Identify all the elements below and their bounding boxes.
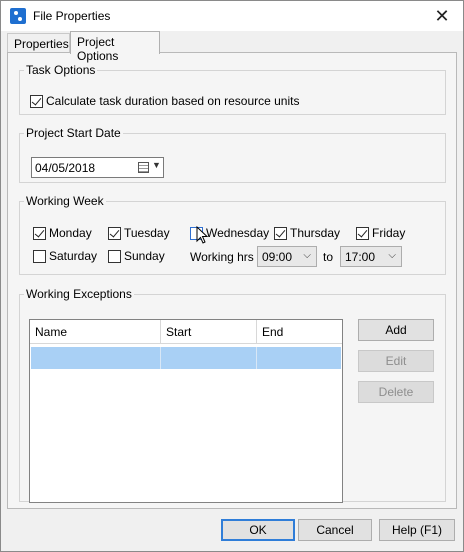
day-label: Monday bbox=[49, 226, 92, 240]
file-properties-dialog: File Properties ✕ Properties Project Opt… bbox=[0, 0, 464, 552]
add-button[interactable]: Add bbox=[358, 319, 434, 341]
checkbox-checked-icon bbox=[274, 226, 287, 240]
column-header-end[interactable]: End bbox=[257, 320, 342, 344]
working-hrs-label: Working hrs bbox=[190, 250, 254, 264]
table-cell[interactable] bbox=[161, 347, 257, 369]
end-time-select[interactable]: 17:00 ⌵ bbox=[340, 246, 402, 267]
start-date-value: 04/05/2018 bbox=[35, 161, 96, 175]
start-date-picker[interactable]: 04/05/2018 ▼ bbox=[31, 157, 164, 178]
project-start-date-legend: Project Start Date bbox=[26, 126, 121, 140]
column-header-start[interactable]: Start bbox=[161, 320, 257, 344]
mouse-pointer-icon bbox=[196, 226, 209, 244]
cancel-button[interactable]: Cancel bbox=[298, 519, 372, 541]
working-exceptions-legend: Working Exceptions bbox=[26, 287, 132, 301]
day-checkbox-saturday[interactable]: Saturday bbox=[33, 249, 97, 263]
day-label: Sunday bbox=[124, 249, 165, 263]
table-row[interactable] bbox=[31, 347, 341, 369]
working-exceptions-group: Working Exceptions Name Start End Add Ed… bbox=[19, 287, 446, 503]
task-options-group: Task Options Calculate task duration bas… bbox=[19, 63, 446, 115]
working-week-group: Working Week Monday Tuesday Wednesday Th… bbox=[19, 194, 446, 275]
checkbox-checked-icon bbox=[108, 226, 121, 240]
tab-project-options[interactable]: Project Options bbox=[70, 31, 160, 63]
close-icon[interactable]: ✕ bbox=[431, 5, 453, 27]
end-time-value: 17:00 bbox=[345, 250, 376, 264]
day-label: Thursday bbox=[290, 226, 341, 240]
day-label: Wednesday bbox=[206, 226, 270, 240]
tab-properties[interactable]: Properties bbox=[7, 33, 70, 53]
window-title: File Properties bbox=[33, 9, 111, 23]
day-checkbox-monday[interactable]: Monday bbox=[33, 226, 92, 240]
start-time-value: 09:00 bbox=[262, 250, 293, 264]
checkbox-checked-icon bbox=[33, 226, 46, 240]
day-checkbox-thursday[interactable]: Thursday bbox=[274, 226, 340, 240]
start-time-select[interactable]: 09:00 ⌵ bbox=[257, 246, 317, 267]
calc-duration-label: Calculate task duration based on resourc… bbox=[46, 94, 300, 108]
title-bar: File Properties ✕ bbox=[1, 1, 463, 31]
chevron-down-icon[interactable]: ▼ bbox=[152, 160, 161, 170]
exceptions-table[interactable]: Name Start End bbox=[29, 319, 343, 503]
delete-button[interactable]: Delete bbox=[358, 381, 434, 403]
checkbox-unchecked-icon bbox=[33, 249, 46, 263]
edit-button[interactable]: Edit bbox=[358, 350, 434, 372]
table-header: Name Start End bbox=[30, 320, 342, 344]
column-header-name[interactable]: Name bbox=[30, 320, 161, 344]
calc-duration-checkbox[interactable]: Calculate task duration based on resourc… bbox=[30, 94, 299, 108]
day-label: Tuesday bbox=[124, 226, 170, 240]
help-button[interactable]: Help (F1) bbox=[379, 519, 455, 541]
checkbox-unchecked-icon bbox=[108, 249, 121, 263]
chevron-down-icon: ⌵ bbox=[388, 250, 396, 261]
task-options-legend: Task Options bbox=[26, 63, 96, 77]
day-checkbox-sunday[interactable]: Sunday bbox=[108, 249, 165, 263]
ok-button[interactable]: OK bbox=[221, 519, 295, 541]
day-label: Saturday bbox=[49, 249, 98, 263]
project-start-date-group: Project Start Date 04/05/2018 ▼ bbox=[19, 126, 446, 183]
calendar-icon[interactable] bbox=[138, 162, 149, 173]
checkbox-checked-icon bbox=[30, 94, 43, 108]
table-cell[interactable] bbox=[257, 347, 341, 369]
day-label: Friday bbox=[372, 226, 406, 240]
working-week-legend: Working Week bbox=[26, 194, 104, 208]
app-icon bbox=[10, 8, 26, 24]
day-checkbox-friday[interactable]: Friday bbox=[356, 226, 405, 240]
to-label: to bbox=[323, 250, 334, 264]
chevron-down-icon: ⌵ bbox=[303, 250, 311, 261]
checkbox-checked-icon bbox=[356, 226, 369, 240]
project-options-panel: Task Options Calculate task duration bas… bbox=[7, 52, 457, 509]
table-cell[interactable] bbox=[31, 347, 161, 369]
day-checkbox-tuesday[interactable]: Tuesday bbox=[108, 226, 170, 240]
